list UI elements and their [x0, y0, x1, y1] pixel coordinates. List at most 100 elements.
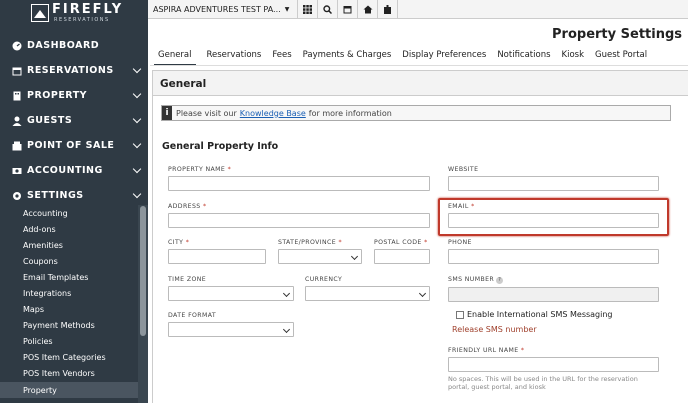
state-label: STATE/PROVINCE * — [278, 239, 342, 246]
property-name-input[interactable] — [168, 176, 430, 191]
property-selector[interactable]: ASPIRA ADVENTURES TEST PA... ▼ — [148, 0, 298, 19]
address-label: ADDRESS * — [168, 203, 207, 210]
website-input[interactable] — [448, 176, 659, 191]
submenu-item-amenities[interactable]: Amenities — [0, 237, 138, 253]
knowledge-base-link[interactable]: Knowledge Base — [240, 109, 306, 118]
submenu-item-add-ons[interactable]: Add-ons — [0, 221, 138, 237]
gear-icon — [12, 191, 22, 201]
property-icon — [12, 91, 22, 101]
user-icon — [12, 116, 22, 126]
caret-down-icon: ▼ — [284, 5, 290, 13]
sidebar-item-label: POINT OF SALE — [27, 140, 115, 151]
sidebar-item-label: GUESTS — [27, 115, 73, 126]
intl-sms-checkbox[interactable] — [456, 311, 464, 319]
building-icon[interactable] — [378, 0, 398, 19]
email-highlight-box — [438, 198, 669, 236]
sidebar-item-label: DASHBOARD — [27, 40, 100, 51]
sidebar-scroll-thumb[interactable] — [140, 206, 146, 336]
home-icon[interactable] — [358, 0, 378, 19]
sidebar-item-guests[interactable]: GUESTS — [0, 108, 148, 133]
property-selector-label: ASPIRA ADVENTURES TEST PA... — [153, 4, 281, 14]
sidebar-item-label: SETTINGS — [27, 190, 84, 201]
submenu-item-maps[interactable]: Maps — [0, 302, 138, 318]
tab-payments-charges[interactable]: Payments & Charges — [303, 50, 392, 66]
intl-sms-label: Enable International SMS Messaging — [467, 310, 613, 319]
property-name-label: PROPERTY NAME * — [168, 166, 232, 173]
tab-display-preferences[interactable]: Display Preferences — [402, 50, 486, 66]
topbar: ASPIRA ADVENTURES TEST PA... ▼ — [148, 0, 688, 19]
info-banner: i Please visit our Knowledge Base for mo… — [161, 105, 671, 121]
brand-sub: RESERVATIONS — [54, 17, 110, 23]
pos-icon — [12, 141, 22, 151]
postal-code-input[interactable] — [374, 249, 430, 264]
release-sms-link[interactable]: Release SMS number — [452, 325, 537, 334]
submenu-item-integrations[interactable]: Integrations — [0, 285, 138, 301]
submenu-item-coupons[interactable]: Coupons — [0, 253, 138, 269]
tab-general[interactable]: General — [154, 50, 196, 66]
calendar-icon — [12, 66, 22, 76]
info-icon: i — [162, 106, 172, 120]
time-zone-label: TIME ZONE — [168, 276, 207, 283]
tabs-divider — [150, 65, 688, 66]
dashboard-icon — [12, 41, 22, 51]
date-format-select[interactable] — [168, 322, 294, 337]
friendly-url-input[interactable] — [448, 357, 659, 372]
chevron-down-icon — [132, 64, 142, 74]
chevron-down-icon — [132, 89, 142, 99]
submenu-item-property[interactable]: Property — [0, 382, 138, 399]
tab-kiosk[interactable]: Kiosk — [562, 50, 585, 66]
city-input[interactable] — [168, 249, 266, 264]
time-zone-select[interactable] — [168, 286, 294, 301]
sidebar-item-label: RESERVATIONS — [27, 65, 114, 76]
chevron-down-icon — [132, 139, 142, 149]
sidebar: FIREFLY RESERVATIONS DASHBOARD RESERVATI… — [0, 0, 148, 403]
currency-label: CURRENCY — [305, 276, 343, 283]
help-icon: ? — [496, 277, 504, 284]
accounting-icon — [12, 166, 22, 176]
tab-notifications[interactable]: Notifications — [497, 50, 550, 66]
sidebar-item-property[interactable]: PROPERTY — [0, 83, 148, 108]
firefly-logo-icon — [31, 4, 49, 22]
sidebar-item-point-of-sale[interactable]: POINT OF SALE — [0, 133, 148, 158]
city-label: CITY * — [168, 239, 190, 246]
submenu-item-pos-item-categories[interactable]: POS Item Categories — [0, 350, 138, 366]
chevron-down-icon — [132, 164, 142, 174]
calendar-icon[interactable] — [338, 0, 358, 19]
settings-submenu: Accounting Add-ons Amenities Coupons Ema… — [0, 205, 138, 399]
page-title: Property Settings — [552, 27, 682, 42]
info-text: Please visit our — [176, 108, 237, 118]
submenu-item-payment-methods[interactable]: Payment Methods — [0, 318, 138, 334]
sidebar-item-dashboard[interactable]: DASHBOARD — [0, 33, 148, 58]
friendly-url-label: FRIENDLY URL NAME * — [448, 347, 525, 354]
address-input[interactable] — [168, 213, 430, 228]
postal-code-label: POSTAL CODE * — [374, 239, 428, 246]
website-label: WEBSITE — [448, 166, 479, 173]
search-icon[interactable] — [318, 0, 338, 19]
tab-fees[interactable]: Fees — [272, 50, 291, 66]
state-select[interactable] — [278, 249, 362, 264]
section-title: General Property Info — [162, 141, 279, 152]
submenu-item-policies[interactable]: Policies — [0, 334, 138, 350]
general-panel: General i Please visit our Knowledge Bas… — [152, 70, 688, 403]
submenu-item-email-templates[interactable]: Email Templates — [0, 269, 138, 285]
chevron-down-icon — [132, 114, 142, 124]
phone-input[interactable] — [448, 249, 659, 264]
phone-label: PHONE — [448, 239, 472, 246]
tab-guest-portal[interactable]: Guest Portal — [595, 50, 647, 66]
submenu-item-pos-item-vendors[interactable]: POS Item Vendors — [0, 366, 138, 382]
sidebar-item-reservations[interactable]: RESERVATIONS — [0, 58, 148, 83]
brand-name: FIREFLY — [52, 2, 124, 17]
sidebar-item-accounting[interactable]: ACCOUNTING — [0, 158, 148, 183]
submenu-item-accounting[interactable]: Accounting — [0, 205, 138, 221]
currency-select[interactable] — [305, 286, 430, 301]
tab-reservations[interactable]: Reservations — [207, 50, 262, 66]
info-text: for more information — [308, 108, 392, 118]
date-format-label: DATE FORMAT — [168, 312, 217, 319]
sms-number-label: SMS NUMBER? — [448, 276, 504, 284]
sidebar-item-label: PROPERTY — [27, 90, 88, 101]
chevron-down-icon — [132, 189, 142, 199]
grid-icon[interactable] — [298, 0, 318, 19]
sidebar-item-label: ACCOUNTING — [27, 165, 103, 176]
sms-number-input — [448, 287, 659, 302]
logo[interactable]: FIREFLY RESERVATIONS — [0, 0, 148, 32]
